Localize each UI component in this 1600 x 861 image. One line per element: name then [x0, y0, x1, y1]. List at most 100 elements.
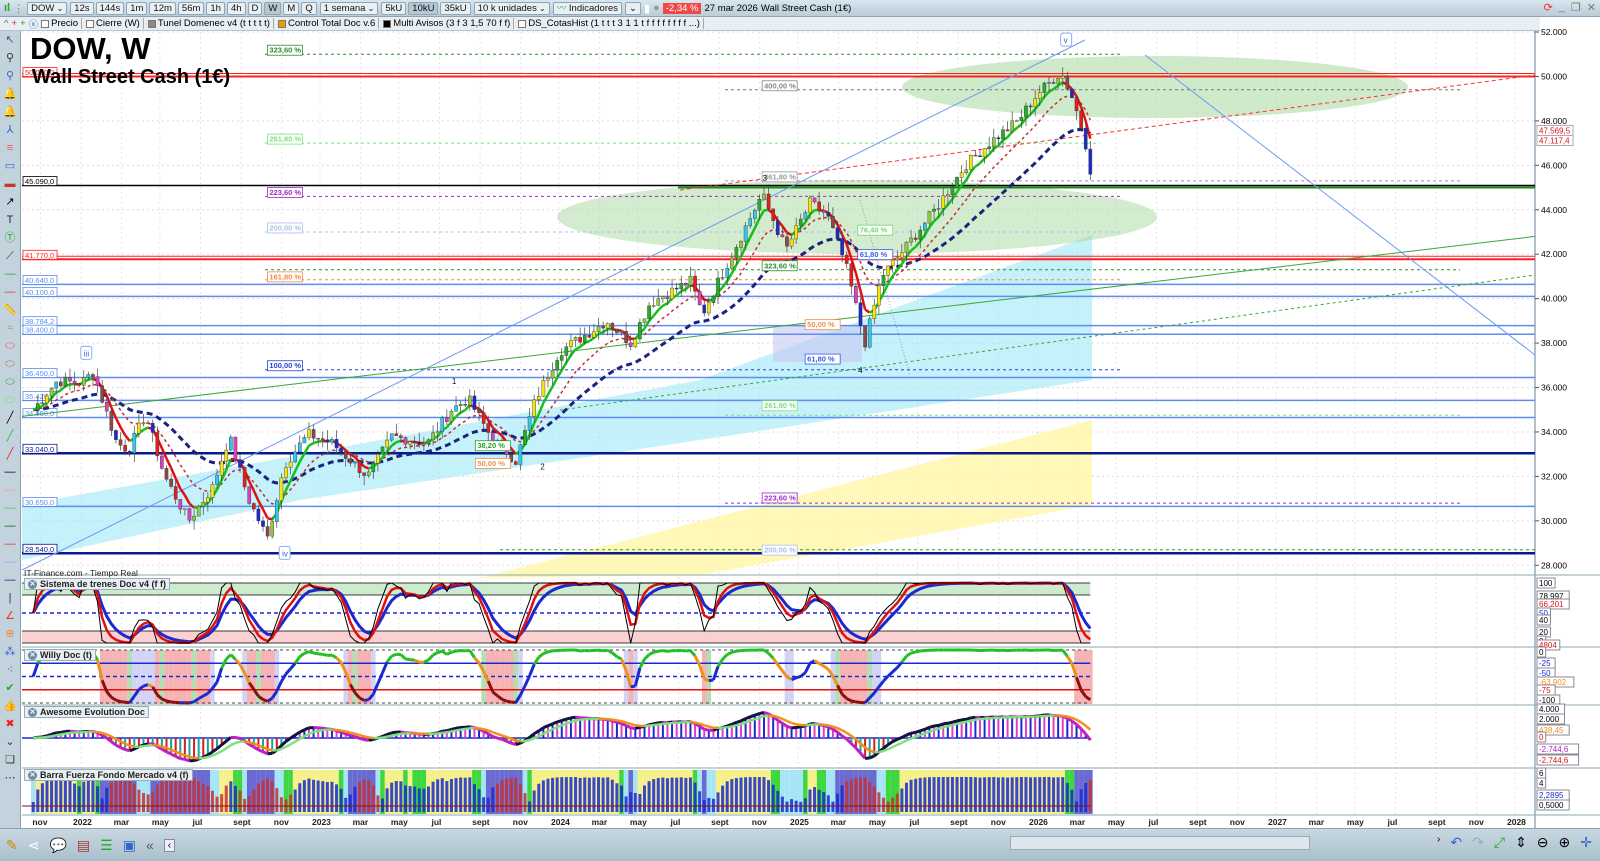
hline-darkgreen-icon[interactable]: —: [2, 519, 18, 534]
legend-checkbox[interactable]: [147, 19, 156, 28]
alert-icon[interactable]: 🔔: [2, 105, 18, 120]
legend-checkbox[interactable]: [518, 19, 527, 28]
zoom-vertical-icon[interactable]: ⇕: [1515, 834, 1527, 851]
hline-lime-icon[interactable]: —: [2, 501, 18, 516]
units-select[interactable]: 10 k unidades: [473, 1, 550, 15]
more-icon[interactable]: ⋯: [2, 771, 18, 786]
unit-5kU[interactable]: 5kU: [381, 1, 407, 15]
ruler-icon[interactable]: 📏: [2, 303, 18, 318]
close-icon[interactable]: ✕: [1587, 1, 1596, 14]
segment-icon[interactable]: ⟋: [2, 249, 18, 264]
undo-icon[interactable]: ↶: [1450, 834, 1462, 851]
hline-black-icon[interactable]: —: [2, 465, 18, 480]
timeframe-M[interactable]: M: [283, 1, 300, 15]
collapse-icon[interactable]: ^: [4, 18, 8, 29]
redo-icon[interactable]: ↷: [1472, 834, 1484, 851]
pencil-icon[interactable]: ✎: [6, 837, 18, 854]
horizontal-scrollbar[interactable]: [1010, 836, 1310, 850]
hline-lightblue-icon[interactable]: —: [2, 555, 18, 570]
window-icon[interactable]: ▣: [123, 837, 136, 854]
elliott-icon[interactable]: ⁂: [2, 645, 18, 660]
legend-checkbox[interactable]: [383, 19, 392, 28]
rectangle-icon[interactable]: ▭: [2, 159, 18, 174]
check-icon[interactable]: ✔: [2, 681, 18, 696]
indicators-dropdown[interactable]: ⌄: [625, 1, 642, 15]
hline-darkred-icon[interactable]: —: [2, 537, 18, 552]
ellipse-lime-icon[interactable]: ⬭: [2, 393, 18, 408]
line-black-icon[interactable]: ╱: [2, 411, 18, 426]
legend-checkbox[interactable]: [41, 19, 50, 28]
close-indicator-icon[interactable]: ✕: [28, 650, 37, 660]
abc-icon[interactable]: ⁖: [2, 663, 18, 678]
legend-item[interactable]: Cierre (W): [86, 18, 144, 29]
close-indicator-icon[interactable]: ✕: [28, 579, 37, 589]
timeframe-12s[interactable]: 12s: [70, 1, 94, 15]
cursor-icon[interactable]: ↖: [2, 33, 18, 48]
legend-checkbox[interactable]: [277, 19, 286, 28]
alert-edit-icon[interactable]: 🔔: [2, 87, 18, 102]
legend-item[interactable]: DS_CotasHist (1 t t t 3 1 1 t f f f f f …: [518, 18, 704, 29]
indicators-button[interactable]: 〰 Indicadores: [552, 1, 623, 15]
target-icon[interactable]: ⊕: [2, 627, 18, 642]
hline-navy-icon[interactable]: —: [2, 573, 18, 588]
scroll-left-button[interactable]: ‹: [163, 838, 176, 852]
chat-icon[interactable]: 💬: [49, 837, 66, 854]
more-down-icon[interactable]: ⌄: [2, 735, 18, 750]
legend-item[interactable]: Tunel Domenec v4 (t t t t t): [147, 18, 274, 29]
period-select[interactable]: 1 semana: [319, 1, 379, 15]
legend-item[interactable]: Control Total Doc v.6: [277, 18, 380, 29]
timeframe-56m[interactable]: 56m: [177, 1, 205, 15]
timeframe-12m[interactable]: 12m: [149, 1, 176, 15]
timeframe-1m[interactable]: 1m: [126, 1, 148, 15]
arrow-icon[interactable]: ↗: [2, 195, 18, 210]
text-bubble-icon[interactable]: Ⓣ: [2, 231, 18, 246]
close-indicator-icon[interactable]: ✕: [28, 770, 37, 780]
rectangle-fill-icon[interactable]: ▬: [2, 177, 18, 192]
info-icon[interactable]: ⓧ: [29, 17, 39, 31]
add-red-icon[interactable]: +: [11, 18, 17, 29]
channel-icon[interactable]: ≈: [2, 321, 18, 336]
unit-35kU[interactable]: 35kU: [440, 1, 471, 15]
ellipse-green-icon[interactable]: ⬭: [2, 375, 18, 390]
fib-icon[interactable]: ⅄: [2, 123, 18, 138]
ladder-icon[interactable]: ☰: [100, 837, 113, 854]
timeframe-W[interactable]: W: [264, 1, 282, 15]
angle-icon[interactable]: ∠: [2, 609, 18, 624]
share-icon[interactable]: ⋖: [28, 837, 40, 854]
rewind-icon[interactable]: «: [146, 837, 154, 853]
fib-line-icon[interactable]: ≡: [2, 141, 18, 156]
timeframe-4h[interactable]: 4h: [226, 1, 246, 15]
thumbs-up-icon[interactable]: 👍: [2, 699, 18, 714]
legend-item[interactable]: Multi Avisos (3 f 3 1,5 70 f f): [383, 18, 515, 29]
delete-icon[interactable]: ✖: [2, 717, 18, 732]
pause-icon[interactable]: ▮: [644, 2, 650, 15]
line-green-icon[interactable]: ╱: [2, 429, 18, 444]
zoom-in-icon[interactable]: ⊕: [1559, 834, 1571, 851]
legend-item[interactable]: Precio: [41, 18, 83, 29]
restore-icon[interactable]: ❐: [1571, 1, 1581, 14]
chart-type-icon[interactable]: ıl: [4, 2, 10, 14]
legend-checkbox[interactable]: [86, 19, 95, 28]
timeframe-1h[interactable]: 1h: [206, 1, 225, 15]
vline-icon[interactable]: |: [2, 591, 18, 606]
line-red-icon[interactable]: ╱: [2, 447, 18, 462]
zoom-area-icon[interactable]: ⚲: [2, 69, 18, 84]
timeframe-Q[interactable]: Q: [301, 1, 317, 15]
text-icon[interactable]: T: [2, 213, 18, 228]
price-chart[interactable]: 52.00050.00048.00046.00044.00042.00040.0…: [0, 0, 1600, 861]
layers-icon[interactable]: ❏: [2, 753, 18, 768]
autoscale-icon[interactable]: ⤢: [1494, 834, 1505, 851]
ellipse-red-icon[interactable]: ⬭: [2, 339, 18, 354]
refresh-icon[interactable]: ⟳: [1544, 1, 1553, 14]
hline-red-icon[interactable]: —: [2, 285, 18, 300]
timeframe-144s[interactable]: 144s: [95, 1, 125, 15]
zoom-icon[interactable]: ⚲: [2, 51, 18, 66]
timeframe-D[interactable]: D: [247, 1, 263, 15]
report-icon[interactable]: ▤: [77, 837, 90, 854]
zoom-out-icon[interactable]: ⊖: [1537, 834, 1549, 851]
minimize-icon[interactable]: _: [1559, 1, 1565, 14]
hline-salmon-icon[interactable]: —: [2, 483, 18, 498]
add-green-icon[interactable]: +: [20, 18, 26, 29]
symbol-select[interactable]: DOW: [27, 1, 68, 15]
unit-10kU[interactable]: 10kU: [408, 1, 439, 15]
